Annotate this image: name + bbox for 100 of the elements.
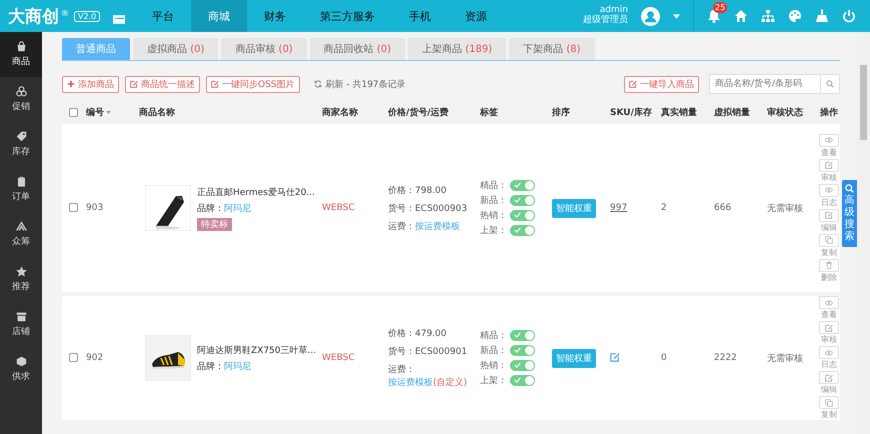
stock-count[interactable]: 997 [610,203,628,213]
price-text: 价格：798.00 [388,184,448,196]
sidebar-item[interactable]: 众筹 [0,212,42,257]
nav-item[interactable]: 财务 [247,0,303,32]
tab[interactable]: 虚拟商品 (0) [133,38,218,60]
toggle-switch[interactable] [510,345,535,356]
brand-link[interactable]: 阿玛尼 [224,204,251,214]
toggle-switch[interactable] [510,330,535,341]
check-icon [514,182,521,188]
audit-status: 无需审核 [767,354,803,364]
column-header: 真实销量 [661,108,697,118]
sidebar-item[interactable]: 促销 [0,77,42,122]
shipping-link[interactable]: 按运费模板 [388,378,433,388]
bell-icon[interactable] [707,9,721,23]
nav-item[interactable]: 第三方服务 [303,0,392,32]
version-badge: V2.0 [74,10,100,22]
copy-icon [825,236,833,244]
user-name: admin [600,6,628,16]
tag-label: 上架： [480,374,507,387]
tag-label: 精品： [480,330,507,342]
tab[interactable]: 上架商品 (189) [408,38,506,60]
column-header: 操作 [820,108,838,118]
weight-button[interactable]: 智能权重 [552,198,596,218]
home-icon[interactable] [734,9,748,23]
search-field[interactable]: 商品名称/货号/条形码 [709,74,840,94]
avatar-icon[interactable] [641,6,660,26]
eye-icon [825,348,833,356]
tab[interactable]: 普通商品 [62,38,130,60]
sidebar-item[interactable]: 店铺 [0,302,42,347]
edit-icon [825,374,833,382]
sidebar-item[interactable]: 供求 [0,347,42,392]
advanced-search-tab[interactable]: 高级搜索 [842,180,857,247]
weight-button[interactable]: 智能权重 [552,348,596,368]
row-checkbox[interactable] [68,203,78,212]
menu-icon[interactable] [113,14,125,24]
product-name[interactable]: 阿迪达斯男鞋ZX750三叶草... [197,344,316,356]
sort-icon[interactable] [106,111,111,114]
brand-label: 品牌： [197,362,224,372]
nav-item[interactable]: 手机 [392,0,448,32]
sidebar-item[interactable]: 订单 [0,167,42,212]
audit-status: 无需审核 [767,204,803,214]
registered-mark: ® [61,8,69,18]
virtual-sales: 2222 [714,353,737,363]
tab[interactable]: 商品审核 (0) [221,38,307,60]
sitemap-icon[interactable] [761,9,775,23]
logo: 大商创 [8,6,59,28]
edit-icon [825,324,833,332]
add-button[interactable]: 添加商品 [62,76,119,92]
people-icon [16,221,26,232]
palette-icon[interactable] [788,9,802,23]
brand-link[interactable]: 阿玛尼 [224,362,251,372]
merchant-name: WEBSC [322,353,355,363]
action-button[interactable]: 一键同步OSS图片 [206,76,300,92]
user-role: 超级管理员 [583,16,628,26]
power-icon[interactable] [842,9,856,23]
sku-number: 货号：ECS000901 [388,346,468,358]
check-icon [514,362,521,368]
notification-badge: 25 [713,2,728,13]
toggle-switch[interactable] [510,210,535,221]
column-header[interactable]: 编号 [86,108,104,118]
edit-icon [130,80,138,88]
toggle-switch[interactable] [510,225,535,236]
product-name[interactable]: 正品直邮Hermes爱马仕20... [197,186,315,198]
toggle-switch[interactable] [510,360,535,371]
toggle-switch[interactable] [510,375,535,386]
sidebar-item[interactable]: 推荐 [0,257,42,302]
tag-label: 新品： [480,194,507,207]
tag-label: 热销： [480,210,507,222]
column-header: 价格/货号/运费 [388,108,449,118]
eye-icon [825,136,833,144]
refresh-icon[interactable] [314,80,322,88]
tab[interactable]: 商品回收站 (0) [310,38,406,60]
caret-icon[interactable] [673,14,680,18]
nav-item[interactable]: 商城 [191,0,247,32]
nav-item[interactable]: 平台 [135,0,191,32]
broom-icon[interactable] [815,9,829,23]
tag-label: 热销： [480,360,507,372]
toggle-switch[interactable] [510,195,535,206]
column-header: SKU/库存 [610,108,652,118]
tag-icon [16,131,26,142]
tab[interactable]: 下架商品 (8) [509,38,595,60]
check-icon [514,227,521,233]
import-button[interactable]: 一键导入商品 [624,76,699,92]
edit-icon [629,80,637,88]
nav-item[interactable]: 资源 [448,0,504,32]
search-icon[interactable] [826,80,834,88]
tag-label: 新品： [480,344,507,357]
circles-icon [16,86,26,97]
select-all-checkbox[interactable] [68,108,78,117]
toggle-switch[interactable] [510,180,535,191]
cube-icon [16,356,26,367]
sidebar-item[interactable]: 库存 [0,122,42,167]
check-icon [514,332,521,338]
row-checkbox[interactable] [68,353,78,362]
column-header: 商品名称 [139,108,175,118]
virtual-sales: 666 [714,203,732,213]
eye-icon [825,298,833,306]
action-button[interactable]: 商品统一描述 [125,76,200,92]
sidebar-item[interactable]: 商品 [0,32,42,77]
shipping-link[interactable]: 按运费模板 [415,222,460,232]
